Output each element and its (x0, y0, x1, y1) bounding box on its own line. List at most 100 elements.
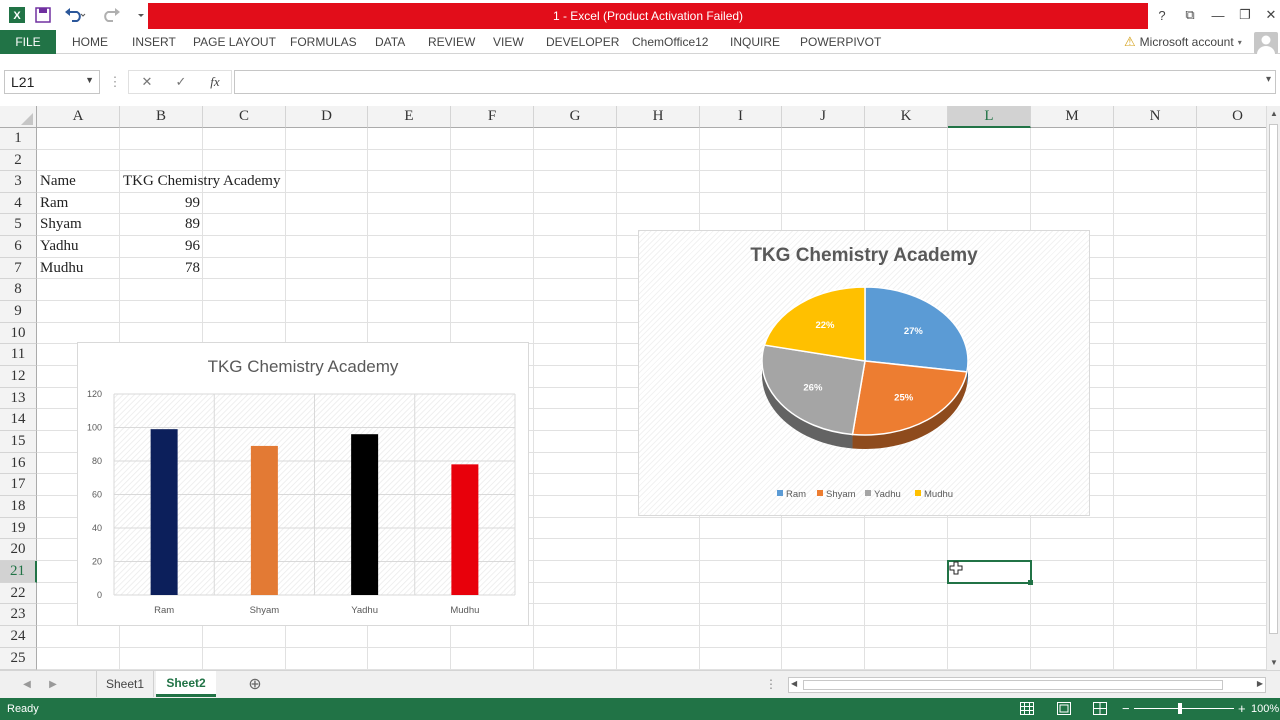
ribbon-display-button[interactable]: ⧉ (1176, 4, 1204, 26)
redo-icon[interactable] (98, 4, 128, 26)
column-header-k[interactable]: K (865, 106, 948, 128)
column-header-o[interactable]: O (1197, 106, 1266, 128)
zoom-level[interactable]: 100% (1251, 703, 1279, 715)
row-header-14[interactable]: 14 (0, 409, 37, 431)
chevron-down-icon[interactable]: ▾ (1266, 74, 1271, 85)
restore-button[interactable]: ❐ (1231, 4, 1259, 26)
column-header-i[interactable]: I (700, 106, 782, 128)
cell-a6[interactable]: Yadhu (37, 236, 120, 257)
row-header-1[interactable]: 1 (0, 128, 37, 150)
insert-function-button[interactable]: fx (204, 70, 226, 94)
row-header-24[interactable]: 24 (0, 626, 37, 648)
zoom-out-icon[interactable]: − (1122, 701, 1130, 716)
column-header-m[interactable]: M (1031, 106, 1114, 128)
fill-handle[interactable] (1028, 580, 1033, 585)
cell-b7[interactable]: 78 (120, 258, 203, 279)
zoom-in-icon[interactable]: + (1238, 701, 1246, 716)
column-header-c[interactable]: C (203, 106, 286, 128)
row-header-15[interactable]: 15 (0, 431, 37, 453)
row-header-12[interactable]: 12 (0, 366, 37, 388)
account-menu[interactable]: ⚠ Microsoft account ▾ (1124, 30, 1242, 54)
row-header-21[interactable]: 21 (0, 561, 37, 583)
column-header-d[interactable]: D (286, 106, 368, 128)
scroll-tabs-right-icon[interactable]: ▶ (44, 671, 62, 697)
cell-a5[interactable]: Shyam (37, 214, 120, 235)
close-button[interactable]: ✕ (1257, 4, 1280, 26)
tab-review[interactable]: REVIEW (428, 30, 475, 54)
scroll-down-icon[interactable]: ▼ (1270, 658, 1278, 667)
vertical-scroll-thumb[interactable] (1269, 124, 1278, 634)
row-header-4[interactable]: 4 (0, 193, 37, 214)
tab-data[interactable]: DATA (375, 30, 405, 54)
scroll-right-icon[interactable]: ▶ (1257, 679, 1263, 688)
zoom-slider[interactable] (1134, 708, 1234, 709)
column-header-g[interactable]: G (534, 106, 617, 128)
tab-view[interactable]: VIEW (493, 30, 524, 54)
cell-a3[interactable]: Name (37, 171, 120, 192)
cell-b6[interactable]: 96 (120, 236, 203, 257)
tab-formulas[interactable]: FORMULAS (290, 30, 357, 54)
undo-icon[interactable] (60, 4, 90, 26)
column-header-b[interactable]: B (120, 106, 203, 128)
split-handle-icon[interactable]: ⋮ (764, 671, 778, 697)
horizontal-scrollbar[interactable]: ◀ ▶ (788, 677, 1266, 693)
zoom-slider-thumb[interactable] (1178, 703, 1182, 714)
row-header-9[interactable]: 9 (0, 301, 37, 323)
row-header-17[interactable]: 17 (0, 474, 37, 496)
tab-powerpivot[interactable]: POWERPIVOT (800, 30, 881, 54)
row-header-19[interactable]: 19 (0, 518, 37, 539)
name-box[interactable]: L21 ▼ (4, 70, 100, 94)
row-header-7[interactable]: 7 (0, 258, 37, 279)
column-header-f[interactable]: F (451, 106, 534, 128)
row-header-10[interactable]: 10 (0, 323, 37, 344)
cell-b5[interactable]: 89 (120, 214, 203, 235)
row-header-16[interactable]: 16 (0, 453, 37, 474)
tab-home[interactable]: HOME (72, 30, 108, 54)
avatar[interactable] (1254, 32, 1278, 54)
column-header-a[interactable]: A (37, 106, 120, 128)
sheet-tab-sheet1[interactable]: Sheet1 (96, 671, 154, 697)
row-header-8[interactable]: 8 (0, 279, 37, 301)
cancel-icon[interactable]: ✕ (136, 70, 158, 94)
customize-qat-icon[interactable] (134, 4, 148, 26)
page-layout-view-icon[interactable] (1057, 702, 1071, 715)
formula-input[interactable]: ▾ (234, 70, 1276, 94)
help-button[interactable]: ? (1148, 4, 1176, 26)
cell-b3[interactable]: TKG Chemistry Academy (120, 171, 370, 192)
new-sheet-button[interactable]: ⊕ (244, 671, 266, 697)
column-header-e[interactable]: E (368, 106, 451, 128)
normal-view-icon[interactable] (1020, 702, 1034, 715)
enter-icon[interactable]: ✓ (170, 70, 192, 94)
row-header-25[interactable]: 25 (0, 648, 37, 670)
minimize-button[interactable]: — (1204, 4, 1232, 26)
tab-inquire[interactable]: INQUIRE (730, 30, 780, 54)
row-header-2[interactable]: 2 (0, 150, 37, 171)
tab-developer[interactable]: DEVELOPER (546, 30, 619, 54)
row-header-5[interactable]: 5 (0, 214, 37, 236)
pie-chart[interactable]: TKG Chemistry Academy 27% 25% 26% 22% Ram Shy… (638, 230, 1090, 516)
cell-a4[interactable]: Ram (37, 193, 120, 214)
column-header-h[interactable]: H (617, 106, 700, 128)
row-header-11[interactable]: 11 (0, 344, 37, 366)
column-header-l[interactable]: L (948, 106, 1031, 128)
scroll-up-icon[interactable]: ▲ (1270, 109, 1278, 118)
tab-file[interactable]: FILE (0, 30, 56, 54)
scroll-tabs-left-icon[interactable]: ◀ (18, 671, 36, 697)
save-icon[interactable] (32, 4, 54, 26)
row-header-23[interactable]: 23 (0, 604, 37, 626)
row-header-18[interactable]: 18 (0, 496, 37, 518)
row-header-20[interactable]: 20 (0, 539, 37, 561)
row-header-3[interactable]: 3 (0, 171, 37, 193)
column-header-n[interactable]: N (1114, 106, 1197, 128)
worksheet-grid[interactable]: ABCDEFGHIJKLMNO 1 2 3 4 5 6 7 8 9 10 11 12 13 14 15 16 1… (0, 106, 1266, 670)
sheet-tab-sheet2[interactable]: Sheet2 (156, 671, 216, 697)
tab-chemoffice[interactable]: ChemOffice12 (632, 30, 708, 54)
row-header-6[interactable]: 6 (0, 236, 37, 258)
row-header-22[interactable]: 22 (0, 583, 37, 604)
scroll-left-icon[interactable]: ◀ (791, 679, 797, 688)
cell-b4[interactable]: 99 (120, 193, 203, 214)
column-header-j[interactable]: J (782, 106, 865, 128)
row-header-13[interactable]: 13 (0, 388, 37, 409)
select-all-corner[interactable] (0, 106, 37, 128)
tab-page-layout[interactable]: PAGE LAYOUT (193, 30, 276, 54)
